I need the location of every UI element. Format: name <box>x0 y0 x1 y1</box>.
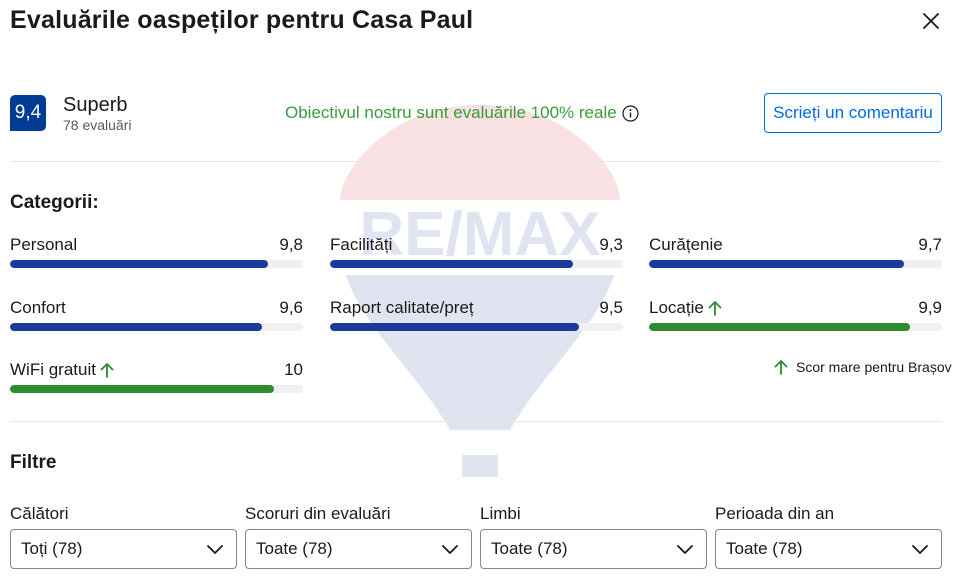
filter-select-limbi[interactable]: Toate (78) <box>480 529 707 569</box>
category-score: 9,9 <box>918 298 942 317</box>
close-icon <box>923 13 939 29</box>
chevron-down-icon <box>676 540 694 558</box>
category-locatie: Locație 9,9 <box>649 297 942 331</box>
category-bar-fill <box>330 260 574 268</box>
category-bar <box>330 260 623 268</box>
categories-title: Categorii: <box>10 192 99 213</box>
score-word: Superb <box>63 94 128 116</box>
category-raport-calitate-pret: Raport calitate/preț 9,5 <box>330 297 623 331</box>
category-label: Facilități <box>330 235 393 254</box>
category-label: WiFi gratuit <box>10 360 96 379</box>
category-score: 9,5 <box>599 298 623 317</box>
category-label: Curățenie <box>649 235 723 254</box>
category-wifi-gratuit: WiFi gratuit 10 <box>10 359 303 393</box>
category-confort: Confort 9,6 <box>10 297 303 331</box>
category-personal: Personal 9,8 <box>10 234 303 268</box>
category-bar <box>649 260 942 268</box>
filters-title: Filtre <box>10 452 57 473</box>
filter-label-calatori: Călători <box>10 504 69 523</box>
category-curatenie: Curățenie 9,7 <box>649 234 942 268</box>
category-label: Personal <box>10 235 78 254</box>
filter-label-perioada: Perioada din an <box>715 504 835 523</box>
review-count: 78 evaluări <box>63 117 132 133</box>
close-button[interactable] <box>918 8 944 34</box>
category-bar <box>10 385 303 393</box>
category-score: 9,7 <box>918 235 942 254</box>
category-bar <box>10 260 303 268</box>
filter-label-scoruri: Scoruri din evaluări <box>245 504 391 523</box>
chevron-down-icon <box>441 540 459 558</box>
divider <box>10 421 942 422</box>
category-score: 9,3 <box>599 235 623 254</box>
arrow-up-icon <box>100 362 114 378</box>
filter-select-scoruri[interactable]: Toate (78) <box>245 529 472 569</box>
remax-watermark-logo: RE/MAX <box>340 105 620 477</box>
category-label: Raport calitate/preț <box>330 298 474 317</box>
filter-select-calatori[interactable]: Toți (78) <box>10 529 237 569</box>
score-badge: 9,4 <box>10 95 46 131</box>
objective-text: Obiectivul nostru sunt evaluările 100% r… <box>285 103 617 122</box>
category-bar <box>330 323 623 331</box>
filter-value: Toți (78) <box>21 539 83 558</box>
category-bar-fill <box>649 260 904 268</box>
category-facilitati: Facilități 9,3 <box>330 234 623 268</box>
objective-note: Obiectivul nostru sunt evaluările 100% r… <box>285 103 639 123</box>
category-bar-fill <box>649 323 910 331</box>
category-score: 9,6 <box>279 298 303 317</box>
category-label: Locație <box>649 298 704 317</box>
divider <box>10 161 942 162</box>
chevron-down-icon <box>911 540 929 558</box>
category-bar <box>649 323 942 331</box>
filter-value: Toate (78) <box>256 539 333 558</box>
write-review-button[interactable]: Scrieți un comentariu <box>764 93 942 133</box>
info-icon[interactable] <box>622 104 639 122</box>
filter-label-limbi: Limbi <box>480 504 521 523</box>
category-score: 9,8 <box>279 235 303 254</box>
category-bar-fill <box>10 323 262 331</box>
category-label: Confort <box>10 298 66 317</box>
high-score-text: Scor mare pentru Brașov <box>796 359 952 375</box>
filter-select-perioada[interactable]: Toate (78) <box>715 529 942 569</box>
filter-value: Toate (78) <box>491 539 568 558</box>
high-score-note: Scor mare pentru Brașov <box>774 359 952 375</box>
chevron-down-icon <box>206 540 224 558</box>
category-bar <box>10 323 303 331</box>
category-bar-fill <box>10 385 274 393</box>
arrow-up-icon <box>774 359 788 375</box>
category-bar-fill <box>10 260 268 268</box>
page-title: Evaluările oaspeților pentru Casa Paul <box>10 6 474 34</box>
filter-value: Toate (78) <box>726 539 803 558</box>
category-score: 10 <box>284 360 303 379</box>
arrow-up-icon <box>708 300 722 316</box>
category-bar-fill <box>330 323 580 331</box>
